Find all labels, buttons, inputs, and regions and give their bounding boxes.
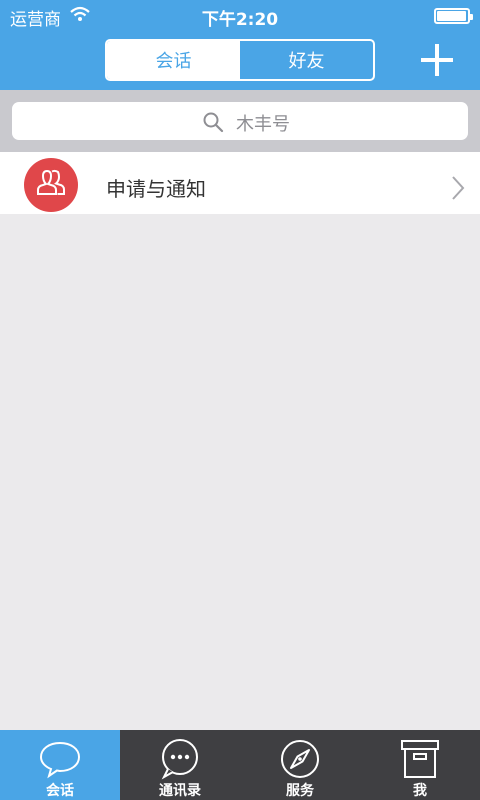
- app-header: 运营商 下午2:20 会话 好友: [0, 0, 480, 90]
- tab-label: 通讯录: [159, 783, 201, 799]
- chat-bubble-icon: [39, 741, 81, 779]
- search-bar: 木丰号: [0, 90, 480, 152]
- search-input[interactable]: 木丰号: [12, 102, 468, 140]
- chevron-right-icon: [452, 176, 465, 200]
- tab-label: 服务: [286, 783, 314, 799]
- tab-bar: 会话 通讯录 服务 我: [0, 730, 480, 800]
- segment-conversations[interactable]: 会话: [107, 41, 240, 79]
- tab-contacts[interactable]: 通讯录: [120, 730, 240, 800]
- tab-me[interactable]: 我: [360, 730, 480, 800]
- search-placeholder: 木丰号: [236, 114, 290, 135]
- battery-icon: [434, 8, 473, 24]
- compass-icon: [281, 740, 319, 778]
- tab-label: 我: [413, 783, 427, 799]
- status-time: 下午2:20: [201, 10, 279, 30]
- tab-services[interactable]: 服务: [240, 730, 360, 800]
- contacts-avatar-icon: [24, 158, 78, 212]
- tab-conversations[interactable]: 会话: [0, 730, 120, 800]
- tab-label: 会话: [46, 783, 74, 799]
- chat-dots-icon: [161, 739, 198, 780]
- search-icon: [203, 112, 224, 133]
- segmented-control: 会话 好友: [105, 39, 375, 81]
- archive-box-icon: [401, 740, 439, 778]
- status-bar: 运营商 下午2:20: [0, 0, 480, 30]
- add-button[interactable]: [415, 38, 459, 82]
- segment-friends[interactable]: 好友: [240, 41, 373, 79]
- list-item-label: 申请与通知: [106, 177, 206, 201]
